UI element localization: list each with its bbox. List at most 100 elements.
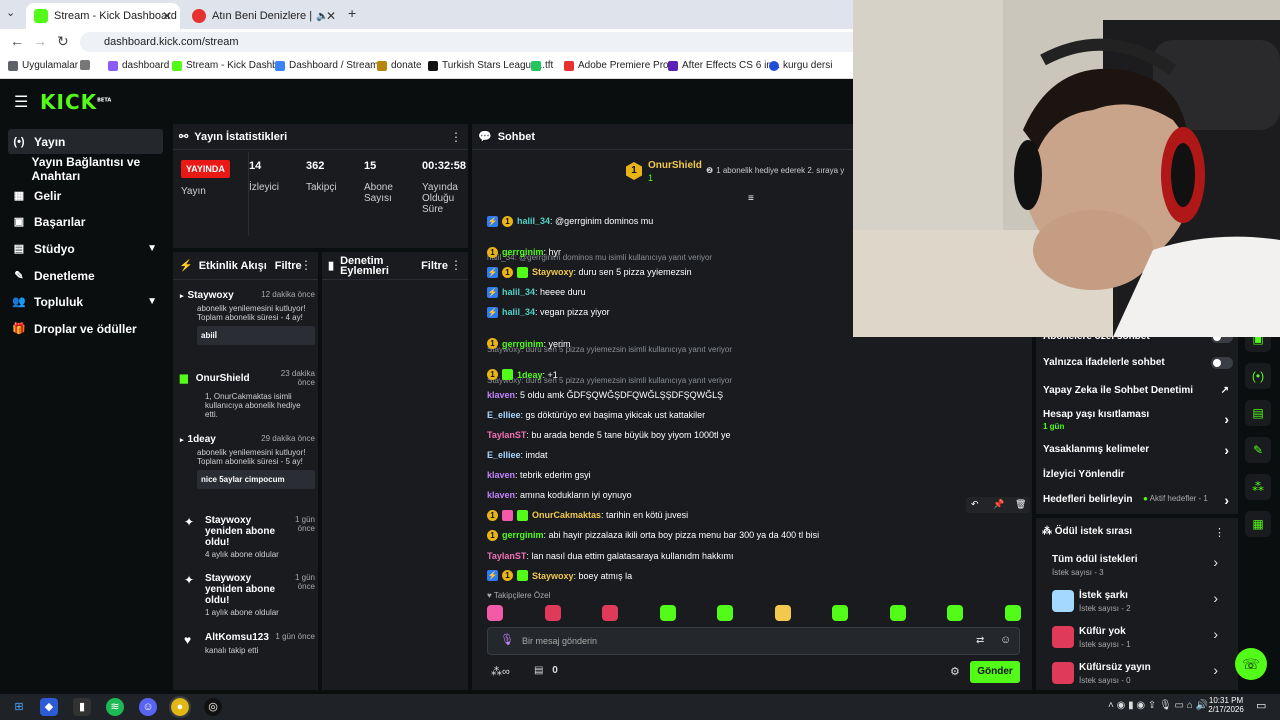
chat-username[interactable]: TaylanST — [487, 551, 526, 561]
chat-username[interactable]: Staywoxy — [532, 267, 574, 277]
chat-username[interactable]: klaven — [487, 490, 515, 500]
chat-message[interactable]: klaven: tebrik ederim gsyi — [487, 468, 591, 482]
quick-points-icon[interactable]: ⁂ — [1245, 474, 1271, 500]
sidebar-item-denetleme[interactable]: ✎ Denetleme — [8, 263, 163, 288]
bookmark-item[interactable] — [80, 60, 94, 70]
chat-message[interactable]: 1 gerrginim: yerim — [487, 337, 571, 351]
tray-icons[interactable]: ˄ ◉ ▮ ◉ ⇪ 🎙 ▭ ⌂ 🔊 — [1108, 700, 1208, 711]
toggle-switch[interactable] — [1211, 357, 1233, 369]
chat-username[interactable]: OnurCakmaktas — [532, 510, 601, 520]
chat-username[interactable]: klaven — [487, 470, 515, 480]
chat-username[interactable]: gerrginim — [502, 339, 544, 349]
emote-icon[interactable] — [487, 605, 503, 621]
bookmark-item[interactable]: donate — [377, 60, 422, 71]
pin-icon[interactable]: 📌 — [993, 499, 1004, 510]
quick-store-icon[interactable]: ▤ — [1245, 400, 1271, 426]
setting-ai-moderation[interactable]: Yapay Zeka ile Sohbet Denetimi ↗ — [1043, 385, 1233, 396]
chat-message[interactable]: 1 gerrginim: abi hayir pizzalaza ikili or… — [487, 528, 819, 542]
activity-filter-button[interactable]: Filtre — [275, 260, 302, 272]
points-icon[interactable]: ⁂∞ — [491, 665, 510, 678]
forward-icon[interactable]: → — [33, 33, 47, 49]
bookmark-item[interactable]: dashboard — [108, 60, 169, 71]
settings-icon[interactable]: ⚙ — [950, 665, 960, 678]
chat-message[interactable]: ⚡ 1 Staywoxy: duru sen 5 pizza yyiemezsin — [487, 265, 692, 279]
bookmark-item[interactable]: Turkish Stars League... — [428, 60, 545, 71]
chat-message[interactable]: TaylanST: bu arada bende 5 tane büyük bo… — [487, 428, 731, 442]
chat-message[interactable]: ⚡ halil_34: vegan pizza yiyor — [487, 305, 610, 319]
tab-search-icon[interactable]: ⌄ — [6, 6, 15, 19]
bookmark-item[interactable]: tft — [531, 60, 553, 71]
emote-icon[interactable] — [947, 605, 963, 621]
setting-redirect-viewers[interactable]: İzleyici Yönlendir — [1043, 469, 1233, 480]
quick-clip-icon[interactable]: ▦ — [1245, 511, 1271, 537]
bookmark-item[interactable]: Stream - Kick Dashb... — [172, 60, 286, 71]
sidebar-item-droplar[interactable]: 🎁 Droplar ve ödüller — [8, 316, 163, 341]
windows-start-icon[interactable]: ⊞ — [10, 698, 28, 716]
chat-username[interactable]: E_elliee — [487, 450, 521, 460]
chat-username[interactable]: gerrginim — [502, 530, 544, 540]
chat-message[interactable]: 1 OnurCakmaktas: tarihin en kötü juvesi — [487, 508, 688, 522]
tab-youtube[interactable]: Atın Beni Denizlere | YouTube 🔈 ✕ — [184, 3, 344, 29]
new-tab-icon[interactable]: + — [348, 5, 356, 21]
sidebar-item-studyo[interactable]: ▤ Stüdyo ▼ — [8, 236, 163, 261]
chat-message[interactable]: E_elliee: imdat — [487, 448, 548, 462]
obs-icon[interactable]: ◎ — [204, 698, 222, 716]
chat-message[interactable]: ⚡ halil_34: heeee duru — [487, 285, 586, 299]
clock[interactable]: 10:31 PM 2/17/2026 — [1206, 696, 1246, 714]
sidebar-item-stream-key[interactable]: Yayın Bağlantısı ve Anahtarı — [8, 155, 163, 183]
mic-icon[interactable]: 🎙 — [500, 633, 514, 646]
back-icon[interactable]: ← — [10, 33, 24, 49]
close-tab-icon[interactable]: ✕ — [162, 9, 172, 23]
emoji-icon[interactable]: ☺ — [1000, 634, 1011, 646]
chat-message[interactable]: 1 gerrginim: hyr — [487, 245, 561, 259]
discord-icon[interactable]: ☺ — [139, 698, 157, 716]
emote-icon[interactable] — [889, 605, 906, 621]
bookmark-item[interactable]: Uygulamalar — [8, 60, 78, 71]
more-options-icon[interactable]: ⋮ — [1214, 526, 1225, 539]
chat-username[interactable]: Staywoxy — [532, 571, 574, 581]
chat-username[interactable]: halil_34 — [502, 307, 535, 317]
rewards-store[interactable]: ▤ 0 — [534, 665, 558, 676]
send-button[interactable]: Gönder — [970, 661, 1020, 683]
chat-username[interactable]: 1deay — [517, 370, 543, 380]
emote-icon[interactable] — [659, 605, 676, 621]
chat-message[interactable]: ⚡ 1 halil_34: @gerrginim dominos mu — [487, 214, 653, 228]
setting-banned-words[interactable]: Yasaklanmış kelimeler › — [1043, 442, 1233, 458]
sidebar-item-yayin[interactable]: (•) Yayın — [8, 129, 163, 154]
emote-icon[interactable] — [717, 605, 733, 621]
setting-goals[interactable]: Hedefleri belirleyin ● Aktif hedefler - 1… — [1043, 492, 1233, 508]
app-icon[interactable]: ◆ — [40, 698, 58, 716]
moderation-filter-button[interactable]: Filtre — [421, 260, 448, 271]
sidebar-item-topluluk[interactable]: 👥 Topluluk ▼ — [8, 289, 163, 314]
bookmark-item[interactable]: kurgu dersi — [769, 60, 832, 71]
reward-item[interactable]: Küfürsüz yayın İstek sayısı - 0 › — [1052, 660, 1222, 690]
notifications-icon[interactable]: ▭ — [1256, 699, 1266, 712]
more-options-icon[interactable]: ⋮ — [450, 258, 462, 272]
reload-icon[interactable]: ↻ — [57, 33, 69, 50]
spotify-icon[interactable]: ≋ — [106, 698, 124, 716]
reward-all[interactable]: Tüm ödül istekleri İstek sayısı - 3 › — [1052, 552, 1222, 582]
chat-message[interactable]: TaylanST: lan nasıl dua ettim galatasara… — [487, 549, 733, 563]
quick-broadcast-icon[interactable]: (•) — [1245, 363, 1271, 389]
emote-icon[interactable] — [602, 605, 618, 621]
emote-icon[interactable] — [832, 605, 848, 621]
chat-filter-icon[interactable]: ≡ — [748, 193, 754, 204]
emote-icon[interactable] — [1004, 605, 1021, 621]
reward-item[interactable]: Küfür yok İstek sayısı - 1 › — [1052, 624, 1222, 654]
tab-kick-dashboard[interactable]: Stream - Kick Dashboard ✕ — [26, 3, 180, 29]
bookmark-item[interactable]: After Effects CS 6 in... — [668, 60, 780, 71]
menu-icon[interactable]: ☰ — [14, 92, 28, 112]
chat-message[interactable]: klaven: 5 oldu amk ĞDFŞQWĞŞDFQWĞLŞŞDFŞQW… — [487, 388, 723, 402]
url-input[interactable]: dashboard.kick.com/stream — [80, 32, 860, 52]
chat-username[interactable]: klaven — [487, 390, 515, 400]
reward-item[interactable]: İstek şarkı İstek sayısı - 2 › — [1052, 588, 1222, 618]
support-chat-icon[interactable]: ☏ — [1235, 648, 1267, 680]
setting-emote-only[interactable]: Yalnızca ifadelerle sohbet — [1043, 357, 1233, 369]
chat-message[interactable]: E_elliee: gs döktürüyo evi başima yikica… — [487, 408, 705, 422]
bookmark-item[interactable]: Adobe Premiere Pro... — [564, 60, 677, 71]
chat-input[interactable]: 🎙 Bir mesaj gönderin ⇄ ☺ — [487, 627, 1020, 655]
reply-icon[interactable]: ↶ — [971, 499, 979, 510]
app-icon[interactable]: ▮ — [73, 698, 91, 716]
emote-icon[interactable] — [544, 605, 561, 621]
delete-icon[interactable]: 🗑 — [1015, 499, 1026, 510]
